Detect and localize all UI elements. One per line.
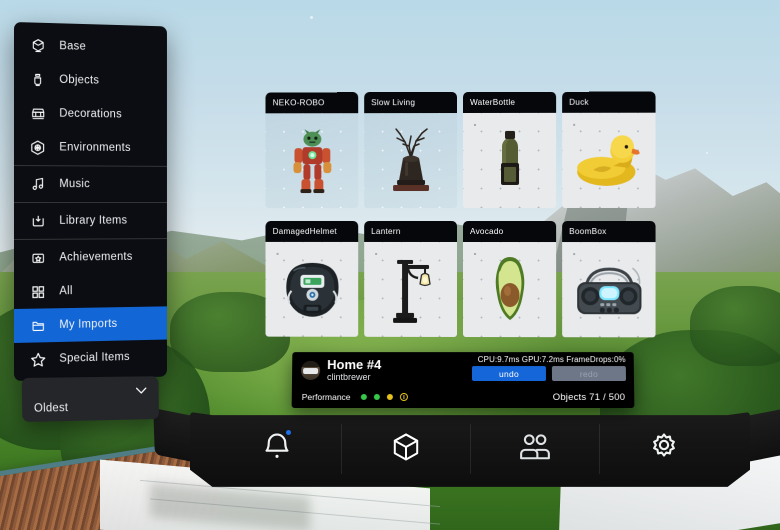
cube-icon [390,431,422,463]
category-sidebar: Base Objects Decorations Environments Mu… [14,22,167,381]
vase-object-icon [27,69,49,89]
lantern-art [364,246,457,333]
avatar [301,361,321,380]
asset-card[interactable]: Lantern [364,220,458,337]
asset-thumbnail[interactable] [562,242,656,338]
asset-thumbnail[interactable] [562,112,656,208]
performance-meter: Performance [302,392,408,402]
sidebar-item-label: Special Items [59,351,130,365]
asset-card[interactable]: Duck [562,91,656,208]
undo-redo-group: undo redo [471,366,627,381]
undo-button[interactable]: undo [471,366,547,381]
library-download-icon [27,211,49,231]
cube-base-icon [27,35,49,55]
asset-card-title: DamagedHelmet [265,220,359,242]
performance-dot [360,393,367,400]
asset-card[interactable]: WaterBottle [463,91,557,209]
asset-thumbnail[interactable] [364,113,458,209]
grid-squares-icon [27,282,49,302]
chevron-down-icon [135,382,148,400]
sky-speck [310,16,313,19]
star-icon [27,349,49,369]
asset-card[interactable]: NEKO-ROBO [265,92,359,209]
sidebar-item-library-items[interactable]: Library Items [14,204,167,238]
asset-card-title: BoomBox [562,221,656,243]
object-count: Objects 71 / 500 [552,391,626,403]
sidebar-item-label: My Imports [59,318,118,332]
sidebar-item-label: Achievements [59,251,133,264]
hex-globe-icon [27,137,49,157]
damagedhelmet-art [266,246,359,333]
asset-card[interactable]: BoomBox [562,221,656,338]
sidebar-item-all[interactable]: All [14,273,167,309]
asset-card-title: NEKO-ROBO [265,92,359,114]
bottom-toolbar [153,408,780,490]
asset-thumbnail[interactable] [463,112,557,209]
bell-icon [260,430,294,464]
asset-thumbnail[interactable] [265,113,359,209]
sky-speck [706,152,708,154]
gear-icon [648,431,680,463]
redo-button[interactable]: redo [551,366,627,381]
boombox-art [562,246,655,333]
asset-grid: NEKO-ROBO Slow Living WaterBottle Duck D… [265,91,666,343]
toolbar-button-objects[interactable] [341,418,470,476]
sidebar-item-music[interactable]: Music [14,167,167,201]
room-name: Home #4 [327,357,382,373]
room-status-panel: Home #4 clintbrewer Performance CPU:9.7m… [291,352,635,408]
asset-card[interactable]: DamagedHelmet [265,220,359,337]
sidebar-item-decorations[interactable]: Decorations [14,96,167,132]
slow-living-art [364,117,457,204]
sidebar-item-special-items[interactable]: Special Items [14,340,167,377]
sidebar-item-label: All [59,285,73,298]
asset-card[interactable]: Avocado [463,220,557,338]
sidebar-item-my-imports[interactable]: My Imports [14,306,167,343]
people-icon [518,432,552,462]
toolbar-button-settings[interactable] [599,418,728,476]
music-note-icon [27,174,49,194]
toolbar-button-people[interactable] [470,418,599,476]
sidebar-item-objects[interactable]: Objects [14,62,167,99]
username: clintbrewer [326,372,371,382]
sort-dropdown-value: Oldest [33,402,69,415]
performance-dot [386,393,393,400]
vr-scene: Base Objects Decorations Environments Mu… [0,0,780,530]
sidebar-item-base[interactable]: Base [14,28,167,65]
sidebar-item-label: Base [59,40,87,53]
asset-card-title: Avocado [463,220,557,243]
sidebar-item-label: Music [59,178,91,191]
perf-stats-readout: CPU:9.7ms GPU:7.2ms FrameDrops:0% [477,355,626,365]
asset-card-title: Duck [562,91,656,113]
achievement-icon [27,248,49,268]
asset-thumbnail[interactable] [364,241,458,337]
asset-card[interactable]: Slow Living [364,92,458,209]
folder-icon [27,315,49,335]
asset-thumbnail[interactable] [463,241,557,338]
waterbottle-art [463,117,556,204]
sidebar-item-achievements[interactable]: Achievements [14,240,167,275]
notification-badge [285,430,291,435]
sort-dropdown[interactable]: Oldest [21,376,160,422]
neko-robo-art [266,117,359,204]
asset-thumbnail[interactable] [265,241,359,337]
sidebar-separator [14,201,167,203]
performance-label: Performance [301,391,351,402]
toolbar-button-notifications[interactable] [212,418,341,476]
performance-dot [373,393,380,400]
warning-circle-icon[interactable] [399,392,408,401]
sidebar-item-label: Environments [59,141,131,154]
room-identity: Home #4 clintbrewer [301,357,382,383]
asset-card-title: Lantern [364,220,458,242]
asset-card-title: WaterBottle [463,91,557,114]
sidebar-item-environments[interactable]: Environments [14,130,167,165]
forest-clump [690,286,780,366]
sidebar-item-label: Objects [59,73,100,87]
sidebar-item-label: Decorations [59,107,122,121]
sidebar-item-label: Library Items [59,214,128,227]
awning-icon [27,103,49,123]
avocado-art [463,246,556,333]
duck-art [562,117,655,204]
asset-card-title: Slow Living [364,92,458,114]
